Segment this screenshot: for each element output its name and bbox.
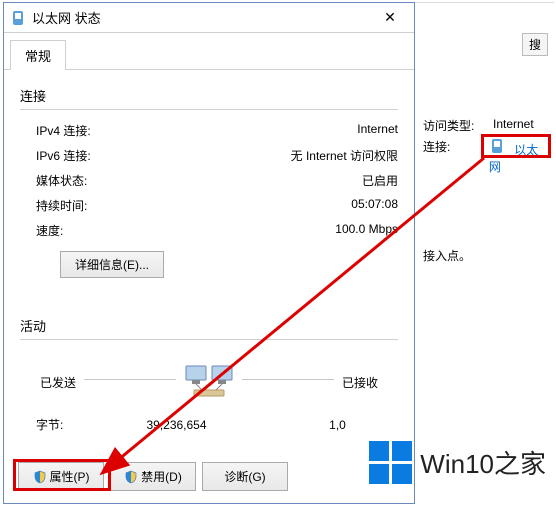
access-type-value: Internet: [493, 117, 534, 134]
windows-logo-icon: [369, 441, 412, 484]
ethernet-icon: [489, 138, 505, 154]
duration-value: 05:07:08: [351, 197, 398, 214]
bytes-label: 字节:: [36, 416, 116, 433]
search-button[interactable]: 搜: [522, 33, 548, 56]
disable-button[interactable]: 禁用(D): [110, 462, 196, 491]
ipv4-value: Internet: [357, 122, 398, 139]
speed-label: 速度:: [36, 222, 335, 239]
watermark-text: Win10之家: [420, 444, 546, 481]
media-state-value: 已启用: [362, 172, 398, 189]
ap-text: 接入点。: [423, 247, 546, 264]
diagnose-button[interactable]: 诊断(G): [202, 462, 288, 491]
media-state-label: 媒体状态:: [36, 172, 362, 189]
shield-icon: [124, 470, 138, 484]
close-icon: ✕: [384, 9, 396, 26]
activity-section-header: 活动: [20, 316, 398, 335]
speed-value: 100.0 Mbps: [335, 222, 398, 239]
ethernet-icon: [10, 10, 26, 26]
dialog-title: 以太网 状态: [32, 8, 372, 27]
received-label: 已接收: [342, 374, 378, 391]
connections-label: 连接:: [423, 138, 479, 175]
shield-icon: [33, 470, 47, 484]
watermark-logo: Win10之家: [369, 441, 546, 484]
bytes-sent-value: 39,236,654: [116, 418, 237, 432]
connection-section-header: 连接: [20, 86, 398, 105]
ipv4-label: IPv4 连接:: [36, 122, 357, 139]
tabstrip: 常规: [4, 33, 414, 70]
titlebar: 以太网 状态 ✕: [4, 3, 414, 33]
close-button[interactable]: ✕: [372, 6, 408, 30]
details-button[interactable]: 详细信息(E)...: [60, 251, 164, 278]
ethernet-link[interactable]: 以太网: [489, 138, 546, 175]
ipv6-value: 无 Internet 访问权限: [291, 147, 398, 164]
access-type-label: 访问类型:: [423, 117, 483, 134]
sent-label: 已发送: [40, 374, 76, 391]
ethernet-status-dialog: 以太网 状态 ✕ 常规 连接 IPv4 连接:Internet IPv6 连接:…: [3, 2, 415, 504]
duration-label: 持续时间:: [36, 197, 351, 214]
background-panel: 搜 访问类型: Internet 连接: 以太网 接入点。: [415, 2, 554, 504]
tab-general[interactable]: 常规: [10, 40, 66, 70]
ipv6-label: IPv6 连接:: [36, 147, 291, 164]
bytes-received-value: 1,0: [277, 418, 398, 432]
computers-icon: [184, 362, 234, 402]
properties-button[interactable]: 属性(P): [18, 462, 104, 491]
